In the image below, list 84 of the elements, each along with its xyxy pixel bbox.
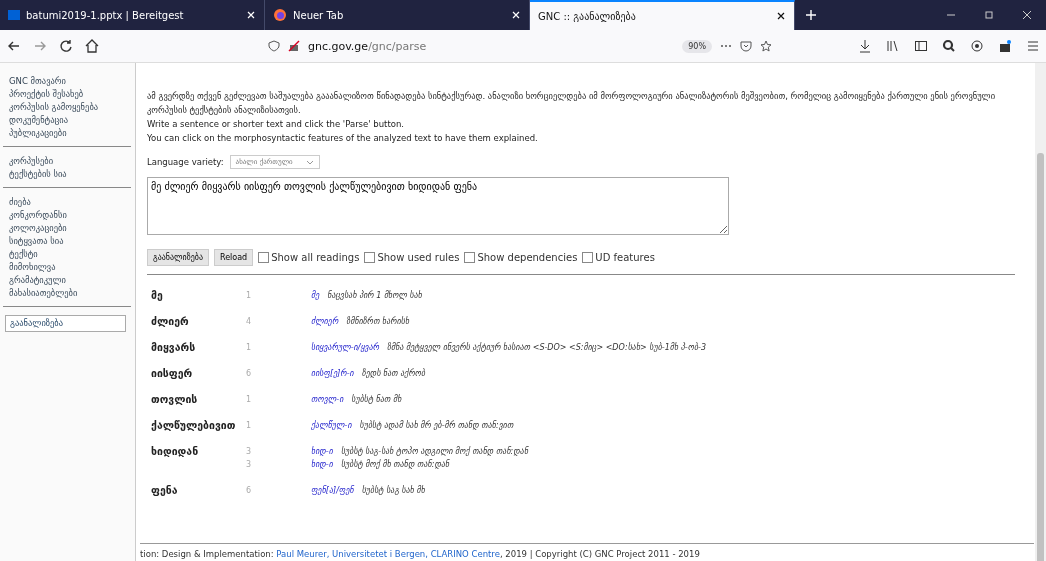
option-checkbox[interactable]: UD features [582, 252, 655, 263]
reading-number: 6 [246, 485, 253, 497]
token-word: ძლიერ [151, 315, 190, 328]
parse-button[interactable]: გაანალიზება [147, 249, 209, 266]
home-icon[interactable] [84, 38, 100, 54]
token-word: მე [151, 289, 164, 302]
reload-icon[interactable] [58, 38, 74, 54]
token-word: ფენა [151, 484, 179, 497]
lemma-link[interactable]: იისფ[ე]რ-ი [311, 367, 354, 380]
lemma-link[interactable]: ფენ[ა]/ფენ [311, 484, 354, 497]
text-input-field[interactable]: მე ძლიერ მიყვარს იისფერ თოვლის ქალწულებივით ხიდიდან ფენა [147, 177, 729, 235]
lemma-link[interactable]: სიყვარულ-ი/ყვარ [311, 341, 380, 354]
close-icon[interactable] [776, 11, 786, 21]
sidebar-link[interactable]: პროექტის შესახებ [9, 88, 126, 101]
footer-text: tion: Design & Implementation: Paul Meurer, Universitetet i Bergen, CLARINO Centre, 2019 | Copyright (C) GNC Project 2011 - 2019 [140, 543, 1034, 559]
sidebar-link[interactable]: კორპუსის გამოყენება [9, 101, 126, 114]
lemma-link[interactable]: თოვლ-ი [311, 393, 344, 406]
token-word: ქალწულებივით [151, 419, 237, 432]
feature-text[interactable]: ზმნიზრთ ხარისხ [346, 315, 410, 328]
lemma-link[interactable]: ძლიერ [311, 315, 339, 328]
caret-icon [305, 159, 314, 165]
sidebar-link[interactable]: დოკუმენტაცია [9, 114, 126, 127]
scrollbar-thumb[interactable] [1037, 153, 1044, 561]
feature-text[interactable]: ზედს ნათ აქრობ [361, 367, 426, 380]
library-icon[interactable] [886, 39, 900, 53]
zoom-level[interactable]: 90% [682, 39, 712, 53]
token-word: მიყვარს [151, 341, 197, 354]
browser-tab[interactable]: GNC :: გაანალიზება [530, 0, 795, 30]
option-checkbox[interactable]: Show all readings [258, 252, 360, 263]
star-icon[interactable] [760, 40, 772, 52]
sidebar-link[interactable]: ტექსტი [9, 248, 126, 261]
feature-text[interactable]: სუბსტ ნათ მხ [351, 393, 402, 406]
new-tab-icon[interactable] [805, 9, 817, 21]
token-word: იისფერ [151, 367, 194, 380]
reading-number: 6 [246, 368, 253, 380]
search-icon[interactable] [942, 39, 956, 53]
reading-number: 1 [246, 290, 253, 302]
token-word: თოვლის [151, 393, 199, 406]
parse-button[interactable]: Reload [213, 249, 254, 266]
intro-text: ამ გვერდზე თქვენ გეძლევათ საშუალება გააანალიზოთ წინადადება სინტაქსურად. ანალიზი ხორციელდება იმ მორფოლოგიური ანალიზატორის მეშვეობით, რომელიც გამოიყენება ქართული ენის ეროვნული კორპუსის ტექსტების ანალიზისათვის. [147, 90, 997, 117]
sidebar-link[interactable]: გრამატიკული მახასიათებლები [9, 274, 126, 300]
firefox-logo-icon [273, 8, 287, 22]
feature-text[interactable]: სუბსტ ადამ სახ მრ ებ-მრ თანდ თან:ვით [359, 419, 514, 432]
shield-icon [268, 40, 280, 52]
insecure-lock-icon [288, 40, 300, 52]
intro-text: Write a sentence or shorter text and click the 'Parse' button. [147, 118, 406, 131]
sidebar-link[interactable]: ტექსტების სია [9, 168, 126, 181]
pocket-icon[interactable] [740, 40, 752, 52]
sidebar-link[interactable]: სიტყვათა სია [9, 235, 126, 248]
restore-icon[interactable] [984, 10, 994, 20]
extension-icon[interactable] [970, 39, 984, 53]
sidebar-link[interactable]: GNC მთავარი [9, 75, 126, 88]
box-logo-icon [8, 10, 20, 20]
download-icon[interactable] [858, 39, 872, 53]
lemma-link[interactable]: ხიდ-ი [311, 458, 333, 471]
feature-text[interactable]: ზმნა მეტყველ ინვერს აქტიურ ხასიათ <S-DO> <S:მიც> <DO:სახ> სუბ-1მხ პ-ობ-3 [387, 341, 707, 354]
sidebar-icon[interactable] [914, 39, 928, 53]
lemma-link[interactable]: ხიდ-ი [311, 445, 333, 458]
sidebar-link[interactable]: კოლოკაციები [9, 222, 126, 235]
feature-text[interactable]: ნაცვსახ პირ 1 მხოლ სახ [327, 289, 422, 302]
sidebar-link[interactable]: ძიება [9, 196, 126, 209]
sidebar-link[interactable]: კონკორდანსი [9, 209, 126, 222]
reading-number: 1 [246, 342, 253, 354]
lemma-link[interactable]: მე [311, 289, 320, 302]
lemma-link[interactable]: ქალწულ-ი [311, 419, 352, 432]
reading-number: 3 [246, 446, 253, 458]
reading-number: 3 [246, 459, 253, 471]
credits-link[interactable]: Paul Meurer, Universitetet i Bergen, CLARINO Centre [276, 549, 500, 559]
feature-text[interactable]: სუბსტ საგ-სახ ტოპო ადგილი მოქ თანდ თან:დან [340, 445, 529, 458]
menu-icon[interactable] [1026, 39, 1040, 53]
feature-text[interactable]: სუბსტ მოქ მხ თანდ თან:დან [340, 458, 450, 471]
sidebar-link[interactable]: პუბლიკაციები [9, 127, 126, 140]
option-checkbox[interactable]: Show used rules [364, 252, 460, 263]
intro-text: You can click on the morphosyntactic features of the analyzed text to have them explained. [147, 132, 539, 145]
language-variety-label: Language variety: [147, 157, 224, 167]
sidebar-link[interactable]: კორპუსები [9, 155, 126, 168]
feature-text[interactable]: სუბსტ საგ სახ მხ [361, 484, 425, 497]
sidebar-link[interactable]: გაანალიზება [5, 315, 126, 332]
option-checkbox[interactable]: Show dependencies [464, 252, 578, 263]
reading-number: 1 [246, 420, 253, 432]
reading-number: 1 [246, 394, 253, 406]
reading-number: 4 [246, 316, 253, 328]
token-word: ხიდიდან [151, 445, 200, 459]
sidebar-link[interactable]: მიმოხილვა [9, 261, 126, 274]
